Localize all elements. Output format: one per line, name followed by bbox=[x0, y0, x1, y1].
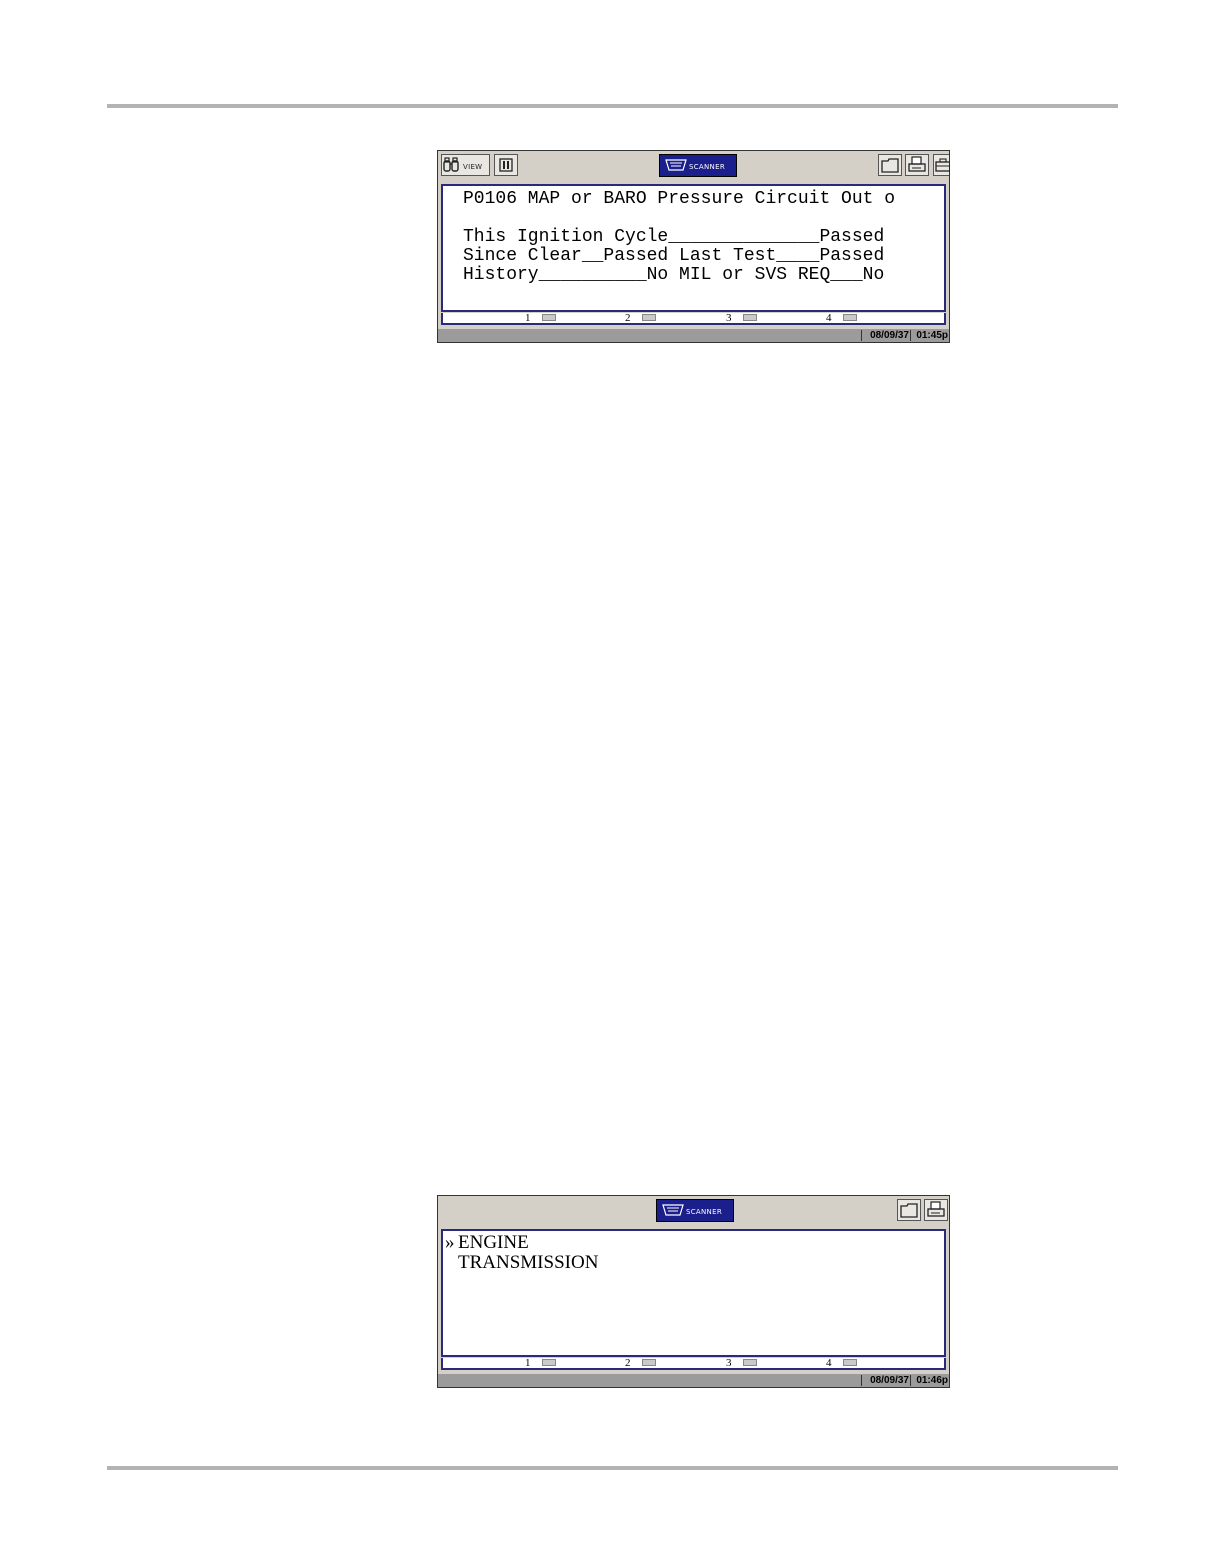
fkey-label: 4 bbox=[826, 312, 832, 324]
print-button[interactable] bbox=[905, 154, 929, 176]
binoculars-icon bbox=[443, 157, 459, 172]
printer-icon bbox=[927, 1201, 945, 1217]
display-area: » ENGINE TRANSMISSION bbox=[441, 1229, 946, 1357]
status-bar: 08/09/37 01:45p bbox=[438, 329, 949, 342]
status-date: 08/09/37 bbox=[870, 330, 909, 341]
header-rule bbox=[107, 104, 1118, 108]
menu-item-transmission[interactable]: TRANSMISSION bbox=[445, 1253, 598, 1273]
fkey-label: 3 bbox=[726, 1357, 732, 1369]
scanner-badge[interactable]: SCANNER bbox=[659, 154, 737, 177]
fkey-pad bbox=[642, 314, 656, 321]
status-time: 01:45p bbox=[916, 330, 948, 341]
pause-button[interactable] bbox=[494, 154, 518, 176]
print-button[interactable] bbox=[924, 1199, 948, 1221]
folder-button[interactable] bbox=[878, 154, 902, 176]
status-divider bbox=[861, 330, 862, 341]
view-label: VIEW bbox=[463, 163, 483, 171]
fkey-label: 3 bbox=[726, 312, 732, 324]
selection-pointer-icon: » bbox=[445, 1232, 455, 1253]
fkey-label: 2 bbox=[625, 312, 631, 324]
folder-button[interactable] bbox=[897, 1199, 921, 1221]
fkey-label: 4 bbox=[826, 1357, 832, 1369]
fkey-label: 1 bbox=[525, 1357, 531, 1369]
view-button[interactable]: VIEW bbox=[441, 154, 490, 176]
pause-icon bbox=[499, 158, 513, 172]
toolbar: SCANNER bbox=[438, 1196, 949, 1227]
fkey-label: 1 bbox=[525, 312, 531, 324]
status-line: History__________No MIL or SVS REQ___No bbox=[463, 265, 885, 285]
function-key-bar: 1 2 3 4 bbox=[441, 312, 946, 325]
status-time: 01:46p bbox=[916, 1375, 948, 1386]
scanner-badge[interactable]: SCANNER bbox=[656, 1199, 734, 1222]
status-line: This Ignition Cycle______________Passed bbox=[463, 227, 885, 247]
status-divider bbox=[910, 330, 911, 341]
fkey-pad bbox=[743, 314, 757, 321]
fkey-pad bbox=[843, 314, 857, 321]
fkey-pad bbox=[542, 314, 556, 321]
fkey-pad bbox=[843, 1359, 857, 1366]
status-line: Since Clear__Passed Last Test____Passed bbox=[463, 246, 885, 266]
fkey-label: 2 bbox=[625, 1357, 631, 1369]
status-divider bbox=[861, 1375, 862, 1386]
printer-icon bbox=[908, 156, 926, 172]
fkey-pad bbox=[642, 1359, 656, 1366]
menu-item-label: TRANSMISSION bbox=[458, 1252, 599, 1273]
footer-rule bbox=[107, 1466, 1118, 1470]
status-date: 08/09/37 bbox=[870, 1375, 909, 1386]
scanner-label: SCANNER bbox=[689, 163, 725, 171]
menu-item-label: ENGINE bbox=[458, 1232, 529, 1253]
scanner-label: SCANNER bbox=[686, 1208, 722, 1216]
folder-icon bbox=[881, 158, 899, 173]
folder-icon bbox=[900, 1203, 918, 1218]
fkey-pad bbox=[743, 1359, 757, 1366]
connector-icon bbox=[662, 1204, 684, 1216]
status-bar: 08/09/37 01:46p bbox=[438, 1374, 949, 1387]
toolbar: VIEW SCANNER bbox=[438, 151, 950, 182]
scanner-screenshot-menu: SCANNER » ENGINE TRANSMISSION 1 2 3 4 08… bbox=[437, 1195, 950, 1388]
toolbox-button[interactable] bbox=[933, 154, 950, 176]
display-area: P0106 MAP or BARO Pressure Circuit Out o… bbox=[441, 184, 946, 312]
menu-item-engine[interactable]: » ENGINE bbox=[445, 1233, 529, 1253]
dtc-title: P0106 MAP or BARO Pressure Circuit Out o bbox=[463, 189, 896, 209]
function-key-bar: 1 2 3 4 bbox=[441, 1357, 946, 1370]
status-divider bbox=[910, 1375, 911, 1386]
connector-icon bbox=[665, 159, 687, 171]
toolbox-icon bbox=[935, 158, 950, 172]
scanner-screenshot-dtc: VIEW SCANNER P0106 MAP or BARO Pressure … bbox=[437, 150, 950, 343]
fkey-pad bbox=[542, 1359, 556, 1366]
